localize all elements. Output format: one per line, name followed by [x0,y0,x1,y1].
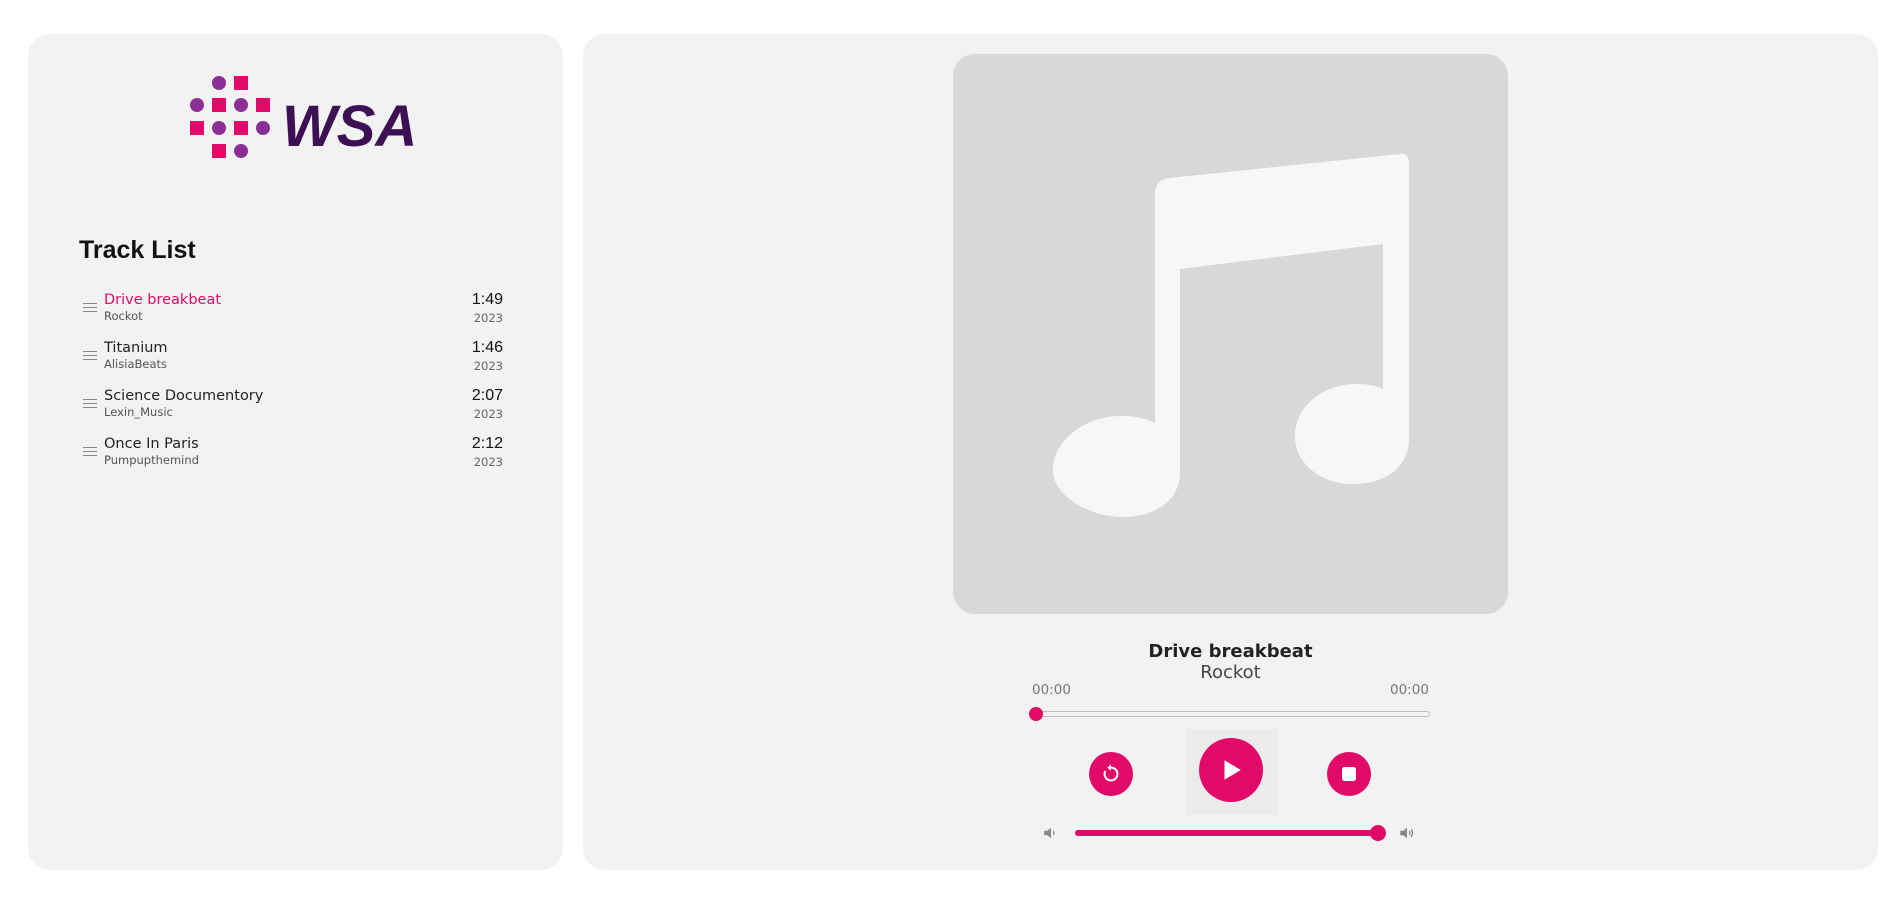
track-title: Drive breakbeat [104,292,222,308]
restart-button[interactable] [1089,752,1133,796]
now-playing-title: Drive breakbeat [1148,641,1313,662]
music-note-icon [1053,153,1409,517]
track-duration: 2:07 [471,387,503,404]
track-item[interactable]: Science Documentory Lexin_Music 2:07 202… [83,387,503,435]
progress-thumb[interactable] [1029,707,1043,721]
now-playing-artist: Rockot [1200,662,1261,683]
drag-handle-icon[interactable] [83,447,97,459]
total-time: 00:00 [1390,682,1429,698]
track-item[interactable]: Titanium AlisiaBeats 1:46 2023 [83,339,503,387]
track-title: Titanium [104,340,168,356]
track-artist: Rockot [104,309,143,323]
progress-bar[interactable] [1029,707,1430,721]
album-artwork [953,54,1508,614]
track-artist: AlisiaBeats [104,357,168,371]
track-duration: 1:46 [471,339,503,356]
track-duration: 2:12 [471,435,503,452]
volume-low-icon[interactable] [1042,824,1060,842]
sidebar: WSA Track List Drive breakbeat Rockot 1:… [28,34,563,870]
drag-handle-icon[interactable] [83,303,97,315]
stop-button[interactable] [1327,752,1371,796]
track-item[interactable]: Once In Paris Pumpupthemind 2:12 2023 [83,435,503,483]
drag-handle-icon[interactable] [83,351,97,363]
track-year: 2023 [473,407,503,421]
current-time: 00:00 [1032,682,1071,698]
logo-mark [190,76,270,158]
wsa-logo: WSA [182,72,442,162]
restart-icon [1103,764,1119,782]
track-duration: 1:49 [471,291,503,308]
play-icon [1224,760,1241,780]
volume-high-icon[interactable] [1398,824,1416,842]
track-year: 2023 [473,359,503,373]
play-button[interactable] [1199,738,1263,802]
track-item[interactable]: Drive breakbeat Rockot 1:49 2023 [83,291,503,339]
volume-slider[interactable] [1075,825,1386,841]
track-title: Once In Paris [104,436,199,452]
stop-icon [1342,767,1356,781]
tracklist-title: Track List [79,236,196,264]
track-list: Drive breakbeat Rockot 1:49 2023 Titaniu… [83,291,503,483]
track-artist: Pumpupthemind [104,453,199,467]
player-panel: Drive breakbeat Rockot 00:00 00:00 [583,34,1878,870]
track-title: Science Documentory [104,388,264,404]
track-year: 2023 [473,455,503,469]
track-year: 2023 [473,311,503,325]
track-artist: Lexin_Music [104,405,173,419]
drag-handle-icon[interactable] [83,399,97,411]
volume-fill [1075,830,1378,836]
logo-wordmark: WSA [282,94,417,159]
volume-thumb[interactable] [1370,825,1386,841]
